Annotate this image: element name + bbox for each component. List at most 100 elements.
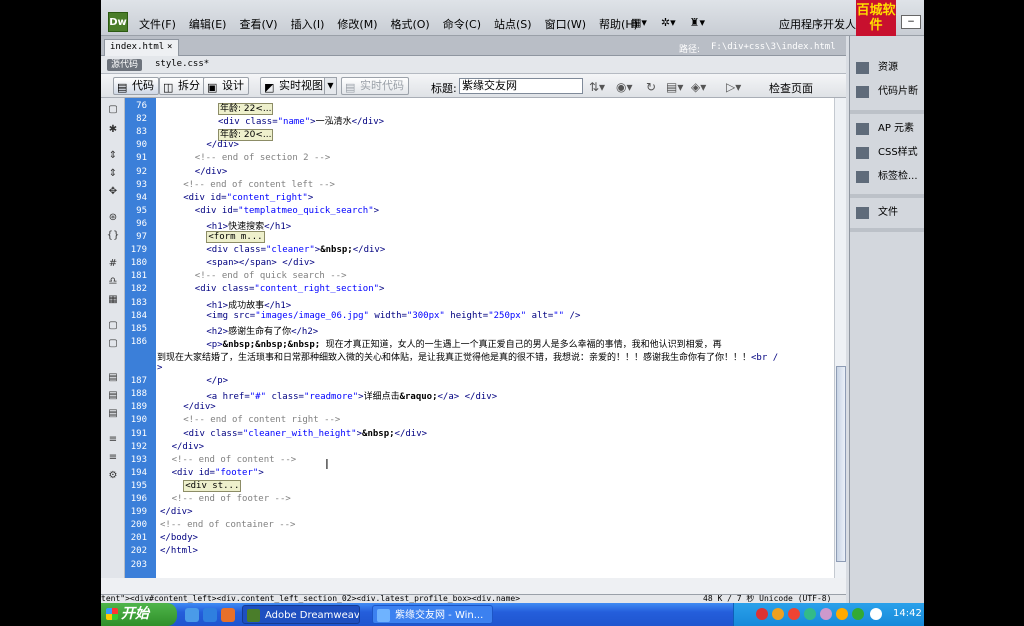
code-line[interactable]: <div st... (183, 479, 242, 492)
design-view-button[interactable]: ▣ 设计 (203, 77, 249, 95)
check-page-button[interactable]: 检查页面 (751, 80, 813, 96)
code-line[interactable]: <!-- end of content --> (172, 455, 297, 465)
code-line[interactable]: <h1>快速搜索</h1> (206, 219, 291, 232)
code-line[interactable]: <div class="content_right_section"> (195, 284, 385, 294)
related-file-style-css[interactable]: style.css* (155, 59, 209, 69)
code-editor[interactable]: ▢ ✱ ⇕ ⇕ ✥ ⊛ {} # ♎ ▦ ▢ ▢ ▤ ▤ ▤ ≡ ≡ ⚙ 76 8… (101, 98, 846, 578)
view-options-icon[interactable]: ▤▾ (666, 80, 683, 94)
site-icon[interactable]: ♜▾ (690, 16, 705, 29)
code-line[interactable]: <p>&nbsp;&nbsp;&nbsp; 现在才真正知道，女人的一生遇上一个真… (206, 337, 721, 350)
panel-snippets[interactable]: 代码片断 (854, 84, 918, 100)
visual-aids-icon[interactable]: ◈▾ (691, 80, 706, 94)
code-view-button[interactable]: ▤ 代码 (113, 77, 159, 95)
collapse-full-tag-icon[interactable]: ⇕ (106, 150, 120, 162)
code-line[interactable]: <div class="cleaner">&nbsp;</div> (206, 245, 385, 255)
code-line[interactable]: <!-- end of quick search --> (195, 271, 347, 281)
code-line[interactable]: 年龄: 22<... (218, 101, 274, 115)
code-line[interactable]: </div> (172, 442, 205, 452)
antivirus-icon[interactable] (756, 608, 768, 620)
menu-modify[interactable]: 修改(M) (337, 16, 377, 32)
code-line[interactable]: <div class="name">一泓清水</div> (218, 114, 384, 127)
code-line[interactable]: <!-- end of container --> (160, 520, 295, 530)
code-line[interactable]: <a href="#" class="readmore">详细点击&raquo;… (206, 389, 497, 402)
code-line[interactable]: </html> (160, 546, 198, 556)
network-icon[interactable] (870, 608, 882, 620)
tab-index-html[interactable]: index.html × (104, 39, 179, 56)
code-line[interactable]: <span></span> </div> (206, 258, 314, 268)
outdent-code-icon[interactable]: ≡ (106, 452, 120, 464)
code-line[interactable]: <div id="content_right"> (183, 193, 313, 203)
workspace-switcher[interactable]: 应用程序开发人员 (779, 16, 867, 32)
code-line[interactable]: <!-- end of content left --> (183, 180, 335, 190)
panel-ap-elements[interactable]: AP 元素 (854, 121, 914, 137)
code-line[interactable]: <!-- end of content right --> (183, 415, 340, 425)
refresh-icon[interactable]: ↻ (646, 80, 656, 94)
code-line[interactable]: <div id="templatmeo_quick_search"> (195, 206, 379, 216)
balance-braces-icon[interactable]: {} (106, 230, 120, 242)
code-line[interactable]: <img src="images/image_06.jpg" width="30… (206, 311, 580, 321)
vertical-scrollbar[interactable] (834, 98, 846, 578)
show-code-navigator-icon[interactable]: ✱ (106, 124, 120, 136)
file-management-icon[interactable]: ⇅▾ (589, 80, 605, 94)
code-line[interactable]: </div> (160, 507, 193, 517)
start-button[interactable]: 开始 (101, 603, 177, 626)
code-line[interactable]: <!-- end of section 2 --> (195, 153, 330, 163)
apply-comment-icon[interactable]: ▢ (106, 320, 120, 332)
menu-insert[interactable]: 插入(I) (291, 16, 325, 32)
code-line[interactable]: </body> (160, 533, 198, 543)
live-view-dropdown[interactable]: ▼ (324, 77, 337, 95)
code-line[interactable]: </p> (206, 376, 228, 386)
collapse-selection-icon[interactable]: ⇕ (106, 168, 120, 180)
code-line[interactable]: <h1>成功故事</h1> (206, 298, 291, 311)
remove-comment-icon[interactable]: ▢ (106, 338, 120, 350)
panel-tag-inspector[interactable]: 标签检... (854, 169, 918, 185)
show-desktop-icon[interactable] (185, 608, 199, 622)
minimize-button[interactable]: − (901, 15, 921, 29)
format-source-icon[interactable]: ⚙ (106, 470, 120, 482)
code-line[interactable]: <!-- end of footer --> (172, 494, 291, 504)
menu-window[interactable]: 窗口(W) (545, 16, 586, 32)
title-input[interactable]: 紫缘交友网 (459, 78, 583, 94)
move-css-icon[interactable]: ▤ (106, 408, 120, 420)
open-documents-icon[interactable]: ▢ (106, 104, 120, 116)
select-parent-tag-icon[interactable]: ⊛ (106, 212, 120, 224)
code-line[interactable]: 年龄: 20<... (218, 127, 274, 142)
code-line[interactable]: <form m... (206, 231, 265, 243)
code-line[interactable]: </div> (206, 140, 239, 150)
panel-assets[interactable]: 资源 (854, 60, 898, 76)
taskbar-item-dreamweaver[interactable]: Adobe Dreamweave... (242, 605, 360, 624)
preview-browser-icon[interactable]: ◉▾ (616, 80, 633, 94)
live-code-button[interactable]: ▤ 实时代码 (341, 77, 409, 95)
menu-commands[interactable]: 命令(C) (443, 16, 481, 32)
taskbar-item-browser[interactable]: 紫缘交友网 - Win... (372, 605, 493, 624)
menu-view[interactable]: 查看(V) (239, 16, 277, 32)
code-line[interactable]: </div> (183, 402, 216, 412)
validate-markup-icon[interactable]: ▷▾ (726, 80, 741, 94)
line-numbers-icon[interactable]: # (106, 258, 120, 270)
code-line[interactable]: <h2>感谢生命有了你</h2> (206, 324, 318, 337)
code-line[interactable]: <div id="footer"> (172, 468, 264, 478)
tag-selector[interactable]: tent"><div#content_left><div.content_lef… (101, 595, 520, 603)
menu-edit[interactable]: 编辑(E) (189, 16, 227, 32)
code-content[interactable]: 年龄: 22<... <div class="name">一泓清水</div> 年龄… (156, 98, 834, 578)
volume-icon[interactable] (820, 608, 832, 620)
menu-site[interactable]: 站点(S) (494, 16, 532, 32)
split-view-button[interactable]: ◫ 拆分 (159, 77, 205, 95)
tray-app-icon[interactable] (772, 608, 784, 620)
tray-app-icon[interactable] (788, 608, 800, 620)
code-line[interactable]: > (157, 363, 162, 373)
source-code-button[interactable]: 源代码 (107, 59, 143, 71)
menu-file[interactable]: 文件(F) (139, 16, 176, 32)
code-line[interactable]: 到现在大家结婚了，生活琐事和日常那种细致入微的关心和体贴，是让我真正觉得他是真的… (157, 350, 778, 363)
firefox-icon[interactable] (221, 608, 235, 622)
tray-app-icon[interactable] (836, 608, 848, 620)
indent-code-icon[interactable]: ≡ (106, 434, 120, 446)
expand-all-icon[interactable]: ✥ (106, 186, 120, 198)
recent-snippets-icon[interactable]: ▤ (106, 390, 120, 402)
highlight-invalid-code-icon[interactable]: ♎ (106, 276, 120, 288)
internet-explorer-icon[interactable] (203, 608, 217, 622)
security-shield-icon[interactable] (852, 608, 864, 620)
live-view-button[interactable]: ◩ 实时视图 (260, 77, 328, 95)
tray-app-icon[interactable] (804, 608, 816, 620)
gear-icon[interactable]: ✲▾ (661, 16, 676, 29)
